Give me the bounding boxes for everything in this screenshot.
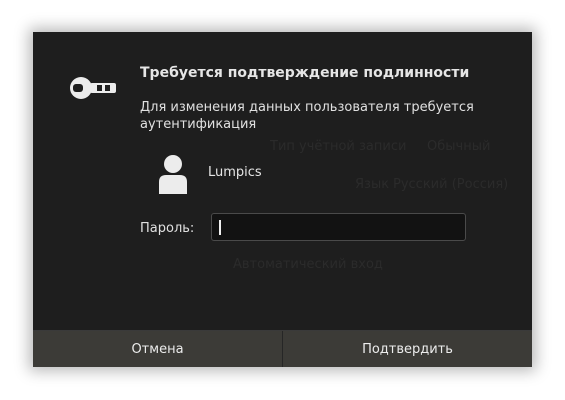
text-caret xyxy=(219,220,221,235)
ghost-text-language-value: Русский (Россия) xyxy=(393,177,509,192)
cancel-button[interactable]: Отмена xyxy=(33,331,282,367)
password-label: Пароль: xyxy=(140,221,195,236)
button-bar: Отмена Подтвердить xyxy=(33,330,532,367)
ghost-text-language: Язык xyxy=(355,177,390,192)
screen: Тип учётной записи Обычный Язык Русский … xyxy=(0,0,565,400)
user-icon xyxy=(159,155,187,194)
key-icon xyxy=(70,77,116,99)
dialog-title: Требуется подтверждение подлинности xyxy=(140,65,470,81)
dialog-message: Для изменения данных пользователя требуе… xyxy=(140,100,474,132)
ghost-text-auto-login: Автоматический вход xyxy=(233,257,383,272)
username: Lumpics xyxy=(208,165,262,180)
ghost-text-account-type: Тип учётной записи xyxy=(270,139,407,154)
authentication-dialog: Тип учётной записи Обычный Язык Русский … xyxy=(33,32,532,367)
password-field[interactable] xyxy=(211,213,466,241)
confirm-button[interactable]: Подтвердить xyxy=(282,331,532,367)
ghost-text-account-type-value: Обычный xyxy=(427,139,491,154)
